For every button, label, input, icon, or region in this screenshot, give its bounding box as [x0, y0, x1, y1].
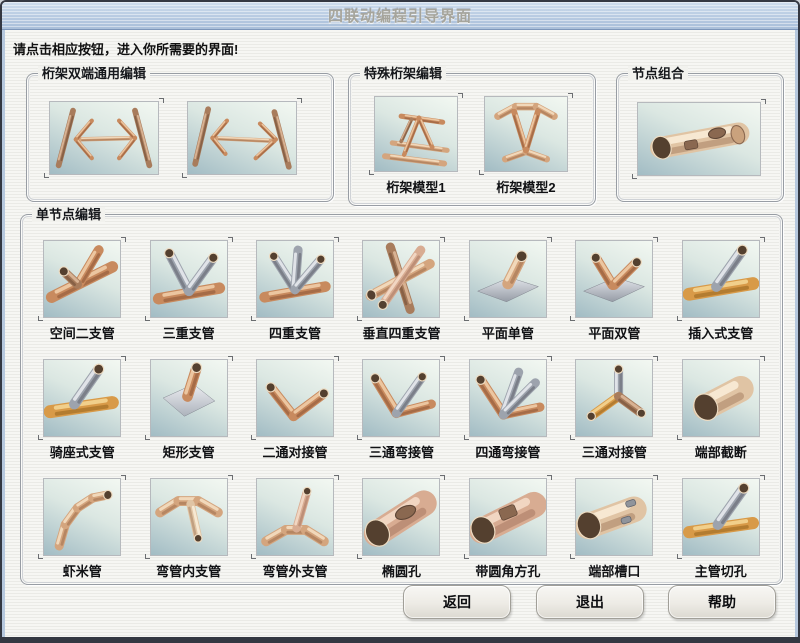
instruction-text: 请点击相应按钮，进入你所需要的界面! — [13, 39, 238, 58]
tile-bend-inner-branch[interactable]: 弯管内支管 — [150, 478, 228, 580]
window-title: 四联动编程引导界面 — [328, 5, 472, 26]
group-special-truss-body: 桁架模型1 桁架模型2 — [349, 74, 595, 205]
tile-pipe-vertical-quad-branch[interactable]: 垂直四重支管 — [362, 240, 440, 342]
pipe-spatial-two-branch-icon — [43, 240, 121, 318]
tile-label: 平面单管 — [482, 323, 534, 342]
insert-branch-pipe-icon — [682, 240, 760, 318]
tile-three-way-elbow-joint[interactable]: 三通弯接管 — [362, 359, 440, 461]
tile-label: 带圆角方孔 — [475, 561, 540, 580]
tile-label: 弯管外支管 — [263, 561, 328, 580]
tile-rounded-square-hole[interactable]: 带圆角方孔 — [469, 478, 547, 580]
tile-label: 三通弯接管 — [369, 442, 434, 461]
dialog-content: 请点击相应按钮，进入你所需要的界面! 桁架双端通用编辑 特殊桁架编辑 桁架模型1… — [5, 30, 795, 637]
elliptical-hole-icon — [362, 478, 440, 556]
tile-plate-double-pipe[interactable]: 平面双管 — [575, 240, 653, 342]
tile-elliptical-hole[interactable]: 椭圆孔 — [362, 478, 440, 580]
group-node-combo-body — [617, 74, 783, 201]
group-special-truss: 特殊桁架编辑 桁架模型1桁架模型2 — [348, 73, 596, 206]
tile-label: 骑座式支管 — [50, 442, 115, 461]
tile-pipe-spatial-two-branch[interactable]: 空间二支管 — [43, 240, 121, 342]
tile-two-way-butt-joint[interactable]: 二通对接管 — [256, 359, 334, 461]
three-way-butt-joint-icon — [575, 359, 653, 437]
tile-label: 主管切孔 — [695, 561, 747, 580]
tile-label: 虾米管 — [63, 561, 102, 580]
tile-label: 插入式支管 — [688, 323, 753, 342]
tile-label: 二通对接管 — [263, 442, 328, 461]
tile-saddle-branch-pipe[interactable]: 骑座式支管 — [43, 359, 121, 461]
pipe-quad-branch-icon — [256, 240, 334, 318]
segmented-elbow-icon — [43, 478, 121, 556]
tile-label: 弯管内支管 — [156, 561, 221, 580]
tile-label: 三重支管 — [163, 323, 215, 342]
tile-label: 平面双管 — [588, 323, 640, 342]
truss-model-2-icon — [484, 96, 568, 172]
tile-pipe-triple-branch[interactable]: 三重支管 — [150, 240, 228, 342]
truss-model-1-icon — [374, 96, 458, 172]
tile-label: 垂直四重支管 — [362, 323, 440, 342]
rect-branch-pipe-icon — [150, 359, 228, 437]
back-button[interactable]: 返回 — [403, 585, 511, 619]
tile-truss-k-left[interactable] — [49, 101, 159, 175]
plate-double-pipe-icon — [575, 240, 653, 318]
tile-truss-model-2[interactable]: 桁架模型2 — [484, 96, 568, 196]
tile-label: 端部截断 — [695, 442, 747, 461]
bend-inner-branch-icon — [150, 478, 228, 556]
group-truss-universal-body — [27, 74, 333, 201]
tile-three-way-butt-joint[interactable]: 三通对接管 — [575, 359, 653, 461]
pipe-vertical-quad-branch-icon — [362, 240, 440, 318]
truss-k-right-icon — [187, 101, 297, 175]
pipe-triple-branch-icon — [150, 240, 228, 318]
tile-combined-node-pipe[interactable] — [637, 102, 761, 176]
two-way-butt-joint-icon — [256, 359, 334, 437]
tile-pipe-quad-branch[interactable]: 四重支管 — [256, 240, 334, 342]
tile-end-cutoff[interactable]: 端部截断 — [682, 359, 760, 461]
group-node-combo: 节点组合 — [616, 73, 784, 202]
tile-label: 椭圆孔 — [382, 561, 421, 580]
tile-insert-branch-pipe[interactable]: 插入式支管 — [682, 240, 760, 342]
exit-button[interactable]: 退出 — [536, 585, 644, 619]
tile-truss-model-1[interactable]: 桁架模型1 — [374, 96, 458, 196]
combined-node-pipe-icon — [637, 102, 761, 176]
help-button[interactable]: 帮助 — [668, 585, 776, 619]
tile-truss-k-right[interactable] — [187, 101, 297, 175]
tile-label: 四通弯接管 — [475, 442, 540, 461]
tile-segmented-elbow[interactable]: 虾米管 — [43, 478, 121, 580]
saddle-branch-pipe-icon — [43, 359, 121, 437]
rounded-square-hole-icon — [469, 478, 547, 556]
tile-bend-outer-branch[interactable]: 弯管外支管 — [256, 478, 334, 580]
bend-outer-branch-icon — [256, 478, 334, 556]
group-single-node: 单节点编辑 空间二支管三重支管四重支管垂直四重支管平面单管平面双管插入式支管骑座… — [20, 214, 783, 585]
tile-label: 桁架模型2 — [496, 177, 555, 196]
tile-label: 桁架模型1 — [386, 177, 445, 196]
tile-label: 空间二支管 — [50, 323, 115, 342]
tile-label: 端部槽口 — [588, 561, 640, 580]
tile-end-slot[interactable]: 端部槽口 — [575, 478, 653, 580]
group-single-node-body: 空间二支管 三重支管 四重支管 垂直四重支管 平面单管 平面双管 插入式支管骑座式支管 矩形支… — [21, 215, 782, 584]
tile-label: 三通对接管 — [582, 442, 647, 461]
four-way-elbow-joint-icon — [469, 359, 547, 437]
title-bar[interactable]: 四联动编程引导界面 — [2, 2, 798, 30]
main-pipe-cut-hole-icon — [682, 478, 760, 556]
tile-main-pipe-cut-hole[interactable]: 主管切孔 — [682, 478, 760, 580]
tile-label: 矩形支管 — [163, 442, 215, 461]
end-slot-icon — [575, 478, 653, 556]
group-truss-universal: 桁架双端通用编辑 — [26, 73, 334, 202]
plate-single-pipe-icon — [469, 240, 547, 318]
tile-plate-single-pipe[interactable]: 平面单管 — [469, 240, 547, 342]
dialog-window: 四联动编程引导界面 请点击相应按钮，进入你所需要的界面! 桁架双端通用编辑 特殊… — [0, 0, 800, 643]
tile-rect-branch-pipe[interactable]: 矩形支管 — [150, 359, 228, 461]
truss-k-left-icon — [49, 101, 159, 175]
tile-label: 四重支管 — [269, 323, 321, 342]
tile-four-way-elbow-joint[interactable]: 四通弯接管 — [469, 359, 547, 461]
three-way-elbow-joint-icon — [362, 359, 440, 437]
end-cutoff-icon — [682, 359, 760, 437]
